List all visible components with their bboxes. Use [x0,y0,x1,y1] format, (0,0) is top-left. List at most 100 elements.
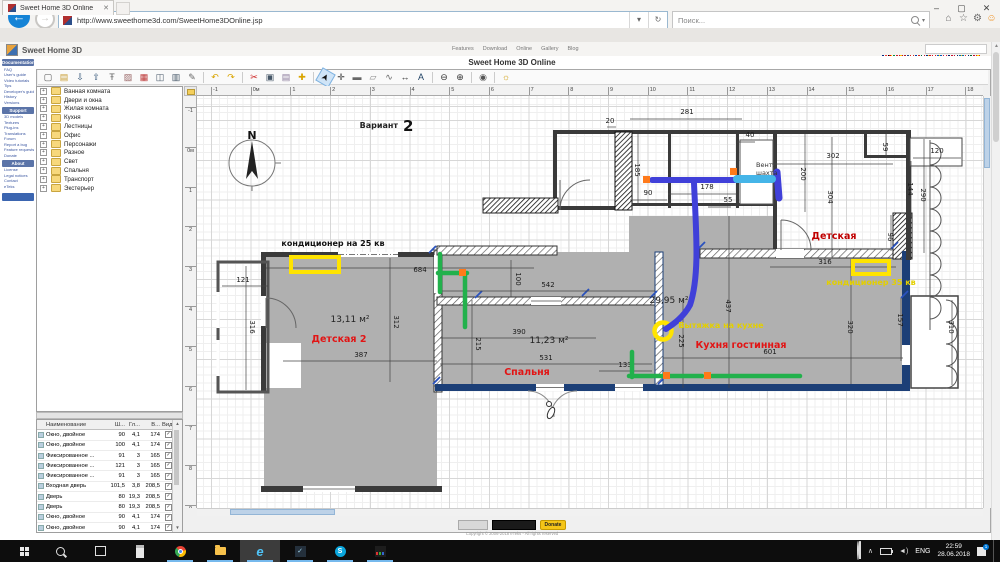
search-dropdown-icon[interactable]: ▾ [922,17,925,24]
taskbar-start-button[interactable] [0,540,40,562]
show-desktop-button[interactable] [993,540,996,562]
zoom-out-button[interactable]: ⊖ [437,70,452,85]
table-row[interactable]: Дверь8019,3208,5✓ [37,492,182,502]
redo-button[interactable]: ↷ [224,70,239,85]
tree-category-Свет[interactable]: +Свет [40,157,182,166]
table-row[interactable]: Окно, двойное904,1174✓ [37,430,182,440]
virtual-visit-button[interactable]: ☼ [499,70,514,85]
open-button[interactable]: ▤ [57,70,72,85]
taskbar-file-explorer-icon[interactable] [200,540,240,562]
browser-search-box[interactable]: Поиск... ▾ [672,11,930,29]
plan-vscroll-thumb[interactable] [984,98,990,168]
cut-button[interactable]: ✂ [247,70,262,85]
expander-icon[interactable]: + [40,141,47,148]
nav-link-blog[interactable]: Blog [568,46,579,52]
tree-category-Спальня[interactable]: +Спальня [40,166,182,175]
tray-chevron-icon[interactable]: ∧ [868,547,873,555]
expander-icon[interactable]: + [40,97,47,104]
tab-sweet-home-3d[interactable]: Sweet Home 3D Online ✕ [2,0,114,15]
pan-button[interactable]: ✛ [334,70,349,85]
tab-close-icon[interactable]: ✕ [103,4,109,12]
taskbar-app-colors-icon[interactable] [360,540,400,562]
taskbar-internet-explorer-icon[interactable]: e [240,540,280,562]
tree-category-Ванная комната[interactable]: +Ванная комната [40,87,182,96]
import-furniture-button[interactable]: Ŧ [105,70,120,85]
column-header[interactable]: В... [141,422,161,428]
taskbar-task-view-icon[interactable] [80,540,120,562]
sidebar-badge[interactable] [2,193,34,201]
site-logo[interactable]: Sweet Home 3D [6,44,82,56]
sidebar-link[interactable]: Developer's guide [2,88,34,94]
language-indicator[interactable]: ENG [915,548,930,555]
tree-category-Жилая комната[interactable]: +Жилая комната [40,105,182,114]
scroll-up-icon[interactable]: ▲ [992,42,1000,51]
battery-icon[interactable] [880,548,892,555]
add-furniture-button[interactable]: ✚ [295,70,310,85]
import-texture-button[interactable]: ▨ [121,70,136,85]
refresh-icon[interactable]: ↻ [648,12,667,28]
copy-button[interactable]: ▣ [263,70,278,85]
tree-category-Транспорт[interactable]: +Транспорт [40,175,182,184]
column-header[interactable]: Гл... [126,422,141,428]
plan-hscroll-thumb[interactable] [230,509,335,515]
settings-gear-icon[interactable]: ⚙ [971,13,984,24]
sourceforge-badge[interactable] [492,520,536,530]
expander-icon[interactable]: + [40,88,47,95]
save-button[interactable]: ⇩ [73,70,88,85]
url-dropdown-icon[interactable]: ▾ [629,12,648,28]
clock[interactable]: 22:59 28.06.2018 [937,543,970,560]
nav-link-features[interactable]: Features [452,46,474,52]
print-pdf-button[interactable]: ▦ [137,70,152,85]
sidebar-link[interactable]: Video tutorials [2,77,34,83]
print-preview-button[interactable]: ◫ [153,70,168,85]
paste-button[interactable]: ▤ [279,70,294,85]
sidebar-link[interactable]: Feature requests [2,147,34,153]
table-scroll-down-icon[interactable]: ▼ [173,524,182,532]
taskbar-calculator-icon[interactable] [120,540,160,562]
zoom-in-button[interactable]: ⊕ [453,70,468,85]
undo-button[interactable]: ↶ [208,70,223,85]
create-walls-button[interactable]: ▬ [350,70,365,85]
action-center-icon[interactable]: 1 [977,547,986,556]
table-scroll-up-icon[interactable]: ▲ [173,420,182,428]
address-bar[interactable]: http://www.sweethome3d.com/SweetHome3DOn… [58,11,668,29]
expander-icon[interactable]: + [40,158,47,165]
create-polylines-button[interactable]: ∿ [382,70,397,85]
expander-icon[interactable]: + [40,132,47,139]
search-icon[interactable] [911,16,919,24]
preferences-button[interactable]: ✎ [185,70,200,85]
tree-category-Разное[interactable]: +Разное [40,149,182,158]
print-button[interactable]: ▥ [169,70,184,85]
donate-button[interactable]: Donate [540,520,567,530]
tree-category-Кухня[interactable]: +Кухня [40,113,182,122]
tree-category-Лестницы[interactable]: +Лестницы [40,122,182,131]
new-home-button[interactable]: ▢ [41,70,56,85]
select-button[interactable]: ➤ [315,67,335,87]
expander-icon[interactable]: + [40,114,47,121]
create-rooms-button[interactable]: ▱ [366,70,381,85]
column-header[interactable]: Ш... [105,422,126,428]
tree-category-Экстерьер[interactable]: +Экстерьер [40,184,182,193]
table-row[interactable]: Фиксированное ...913165✓ [37,451,182,461]
table-row[interactable]: Входная дверь101,53,8208,5✓ [37,482,182,492]
table-row[interactable]: Фиксированное ...913165✓ [37,471,182,481]
create-text-button[interactable]: A [414,70,429,85]
table-row[interactable]: Окно, двойное904,1174✓ [37,523,182,533]
feedback-smiley-icon[interactable]: ☺ [985,13,998,24]
expander-icon[interactable]: + [40,185,47,192]
table-row[interactable]: Окно, двойное1004,1174✓ [37,441,182,451]
nav-link-gallery[interactable]: Gallery [541,46,558,52]
expander-icon[interactable]: + [40,123,47,130]
sidebar-link[interactable]: Donate [2,152,34,158]
sidebar-link[interactable]: Versions [2,99,34,105]
nav-link-download[interactable]: Download [483,46,507,52]
page-scrollbar-thumb[interactable] [993,52,999,142]
tree-category-Двери и окна[interactable]: +Двери и окна [40,96,182,105]
column-header[interactable]: Наименование [45,422,105,428]
sidebar-link[interactable]: eTeks [2,183,34,189]
home-icon[interactable]: ⌂ [942,13,955,24]
table-row[interactable]: Фиксированное ...1213165✓ [37,461,182,471]
taskbar-search-icon[interactable] [40,540,80,562]
site-search-input[interactable] [925,44,987,54]
expander-icon[interactable]: + [40,105,47,112]
